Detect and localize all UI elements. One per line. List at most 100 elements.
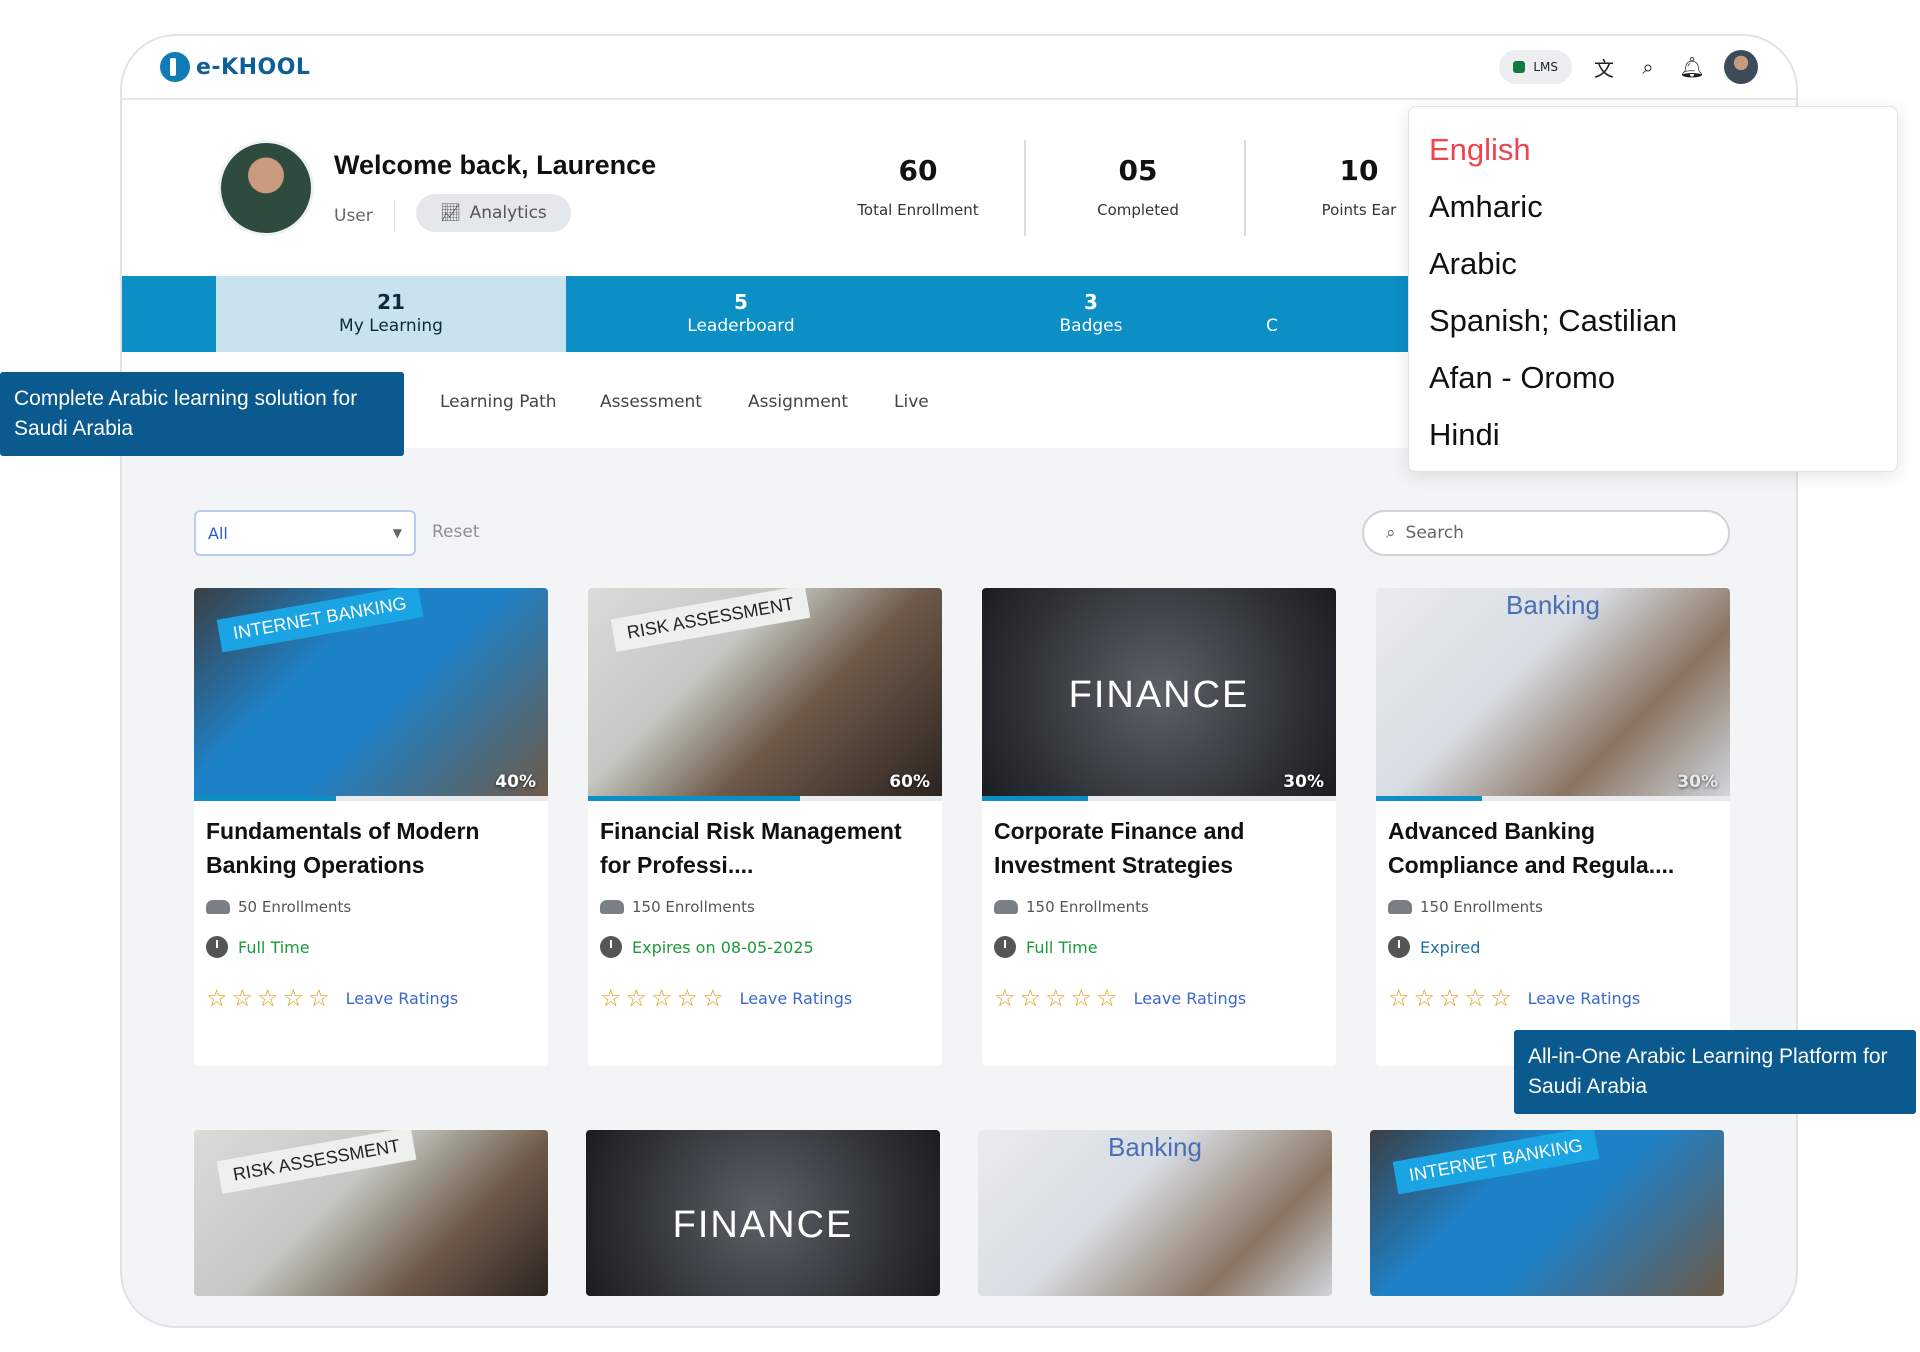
leave-ratings-link[interactable]: Leave Ratings	[740, 989, 853, 1008]
star-icon[interactable]: ☆	[1490, 986, 1512, 1010]
chevron-down-icon: ▼	[392, 526, 402, 540]
course-thumbnail: INTERNET BANKING 40%	[194, 588, 548, 796]
enrollment-text: 150 Enrollments	[1420, 898, 1543, 916]
star-icon[interactable]: ☆	[1071, 986, 1093, 1010]
star-icon[interactable]: ☆	[1045, 986, 1067, 1010]
leave-ratings-link[interactable]: Leave Ratings	[1134, 989, 1247, 1008]
translate-icon[interactable]: 文	[1592, 55, 1616, 81]
subtab-live[interactable]: Live	[894, 392, 929, 412]
divider	[1024, 140, 1026, 236]
leave-ratings-link[interactable]: Leave Ratings	[346, 989, 459, 1008]
star-icon[interactable]: ☆	[1414, 986, 1436, 1010]
course-card[interactable]: INTERNET BANKING	[1370, 1130, 1724, 1296]
tab-partial[interactable]: C	[1266, 276, 1406, 352]
language-option-afan-oromo[interactable]: Afan - Oromo	[1429, 349, 1877, 406]
bell-icon[interactable]: 🔔︎	[1679, 55, 1704, 79]
thumbnail-caption: RISK ASSESSMENT	[216, 1130, 417, 1194]
star-icon[interactable]: ☆	[702, 986, 724, 1010]
progress-fill	[588, 796, 801, 801]
enrollment-text: 50 Enrollments	[238, 898, 352, 916]
progress-fill	[194, 796, 336, 801]
star-icon[interactable]: ☆	[257, 986, 279, 1010]
course-title[interactable]: Corporate Finance and Investment Strateg…	[994, 814, 1324, 882]
status-text: Expired	[1420, 937, 1481, 957]
brand-logo[interactable]: e-KHOOL	[160, 52, 310, 82]
language-option-hindi[interactable]: Hindi	[1429, 406, 1877, 463]
users-icon	[994, 900, 1018, 914]
star-icon[interactable]: ☆	[1388, 986, 1410, 1010]
star-icon[interactable]: ☆	[1020, 986, 1042, 1010]
progress-percent: 30%	[1283, 772, 1324, 792]
course-card[interactable]: RISK ASSESSMENT 60% Financial Risk Manag…	[588, 588, 942, 1066]
course-title[interactable]: Advanced Banking Compliance and Regula..…	[1388, 814, 1718, 882]
subtab-assessment[interactable]: Assessment	[600, 392, 702, 412]
language-option-english[interactable]: English	[1429, 121, 1877, 178]
star-icon[interactable]: ☆	[600, 986, 622, 1010]
progress-bar	[982, 796, 1336, 801]
course-title[interactable]: Financial Risk Management for Professi..…	[600, 814, 930, 882]
lms-label: LMS	[1533, 60, 1558, 74]
search-icon[interactable]: ⌕	[1636, 55, 1660, 79]
thumbnail-caption: Banking	[1108, 1132, 1202, 1162]
search-icon: ⌕	[1386, 523, 1396, 543]
rating-row: ☆ ☆ ☆ ☆ ☆ Leave Ratings	[994, 986, 1246, 1010]
subtab-assignment[interactable]: Assignment	[748, 392, 848, 412]
course-card[interactable]: FINANCE	[586, 1130, 940, 1296]
star-icon[interactable]: ☆	[994, 986, 1016, 1010]
star-icon[interactable]: ☆	[677, 986, 699, 1010]
star-icon[interactable]: ☆	[1096, 986, 1118, 1010]
star-icon[interactable]: ☆	[651, 986, 673, 1010]
star-icon[interactable]: ☆	[206, 986, 228, 1010]
star-icon[interactable]: ☆	[232, 986, 254, 1010]
divider	[394, 200, 395, 232]
star-icon[interactable]: ☆	[1465, 986, 1487, 1010]
logo-icon	[160, 52, 190, 82]
star-icon[interactable]: ☆	[1439, 986, 1461, 1010]
search-input[interactable]: ⌕ Search	[1362, 510, 1730, 556]
clock-icon	[600, 936, 622, 958]
language-option-spanish[interactable]: Spanish; Castilian	[1429, 292, 1877, 349]
course-card[interactable]: Banking 30% Advanced Banking Compliance …	[1376, 588, 1730, 1066]
course-title[interactable]: Fundamentals of Modern Banking Operation…	[206, 814, 536, 882]
language-option-amharic[interactable]: Amharic	[1429, 178, 1877, 235]
clock-icon	[206, 936, 228, 958]
subtab-learning-path[interactable]: Learning Path	[440, 392, 557, 412]
language-option-arabic[interactable]: Arabic	[1429, 235, 1877, 292]
course-card[interactable]: INTERNET BANKING 40% Fundamentals of Mod…	[194, 588, 548, 1066]
rating-row: ☆ ☆ ☆ ☆ ☆ Leave Ratings	[1388, 986, 1640, 1010]
stat-value: 05	[1118, 154, 1158, 187]
tab-label: Leaderboard	[687, 316, 795, 336]
reset-button[interactable]: Reset	[432, 522, 480, 542]
select-value: All	[208, 523, 228, 543]
stat-completed: 05 Completed	[1038, 154, 1238, 219]
progress-bar	[588, 796, 942, 801]
thumbnail-caption: INTERNET BANKING	[1392, 1130, 1600, 1195]
enrollment-count: 50 Enrollments	[206, 898, 351, 916]
thumbnail-caption: INTERNET BANKING	[216, 588, 424, 653]
tab-leaderboard[interactable]: 5 Leaderboard	[566, 276, 916, 352]
tab-badges[interactable]: 3 Badges	[916, 276, 1266, 352]
stat-label: Total Enrollment	[857, 201, 979, 219]
promo-callout-left: Complete Arabic learning solution for Sa…	[0, 372, 404, 456]
enrollment-text: 150 Enrollments	[632, 898, 755, 916]
analytics-label: Analytics	[469, 203, 547, 223]
analytics-button[interactable]: 📈︎ Analytics	[416, 194, 571, 232]
stat-label: Completed	[1097, 201, 1179, 219]
course-card[interactable]: RISK ASSESSMENT	[194, 1130, 548, 1296]
lms-switch[interactable]: LMS	[1499, 50, 1572, 84]
star-icon[interactable]: ☆	[308, 986, 330, 1010]
category-select[interactable]: All ▼	[194, 510, 416, 556]
progress-percent: 60%	[889, 772, 930, 792]
tab-my-learning[interactable]: 21 My Learning	[216, 276, 566, 352]
star-icon[interactable]: ☆	[283, 986, 305, 1010]
avatar[interactable]	[1724, 50, 1758, 84]
tab-label: C	[1266, 316, 1278, 336]
clock-icon	[994, 936, 1016, 958]
progress-bar	[194, 796, 548, 801]
star-icon[interactable]: ☆	[626, 986, 648, 1010]
course-card[interactable]: Banking	[978, 1130, 1332, 1296]
course-card[interactable]: FINANCE 30% Corporate Finance and Invest…	[982, 588, 1336, 1066]
thumbnail-caption: Banking	[1506, 590, 1600, 620]
enrollment-text: 150 Enrollments	[1026, 898, 1149, 916]
leave-ratings-link[interactable]: Leave Ratings	[1528, 989, 1641, 1008]
